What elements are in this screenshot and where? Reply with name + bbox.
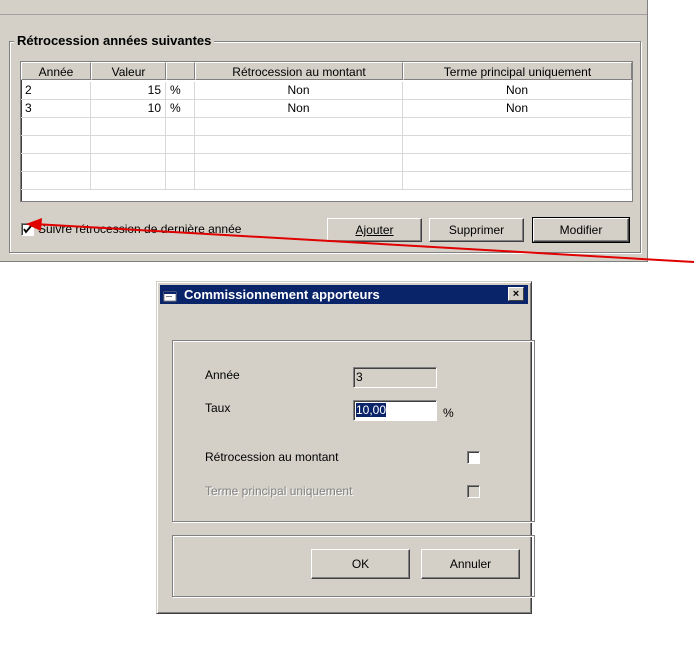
annotation-arrow-icon — [26, 218, 695, 263]
